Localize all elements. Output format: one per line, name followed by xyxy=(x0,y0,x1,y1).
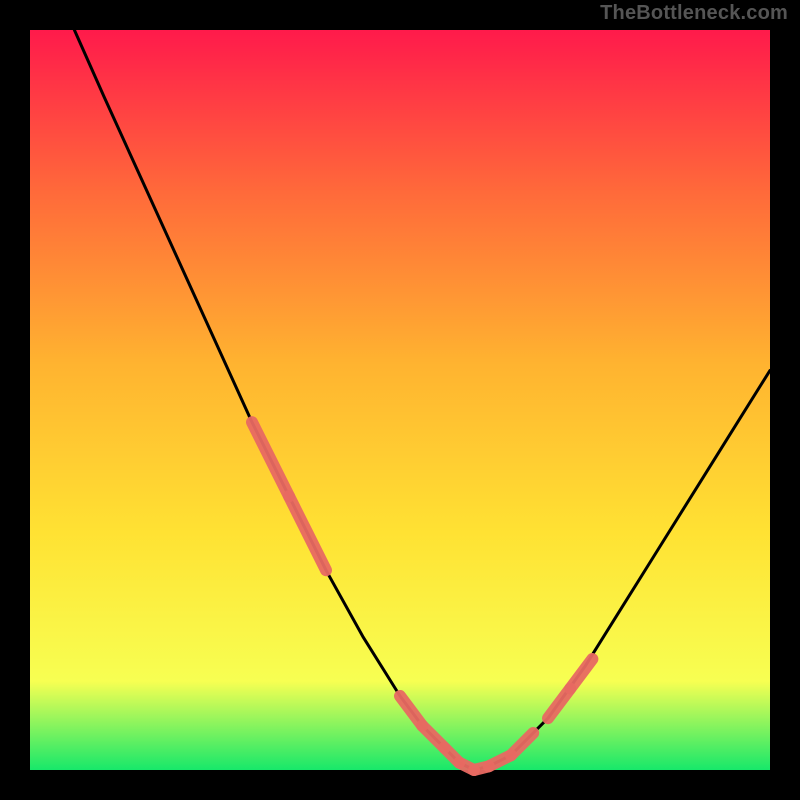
chart-stage: TheBottleneck.com xyxy=(0,0,800,800)
plot-background xyxy=(30,30,770,770)
bottleneck-chart xyxy=(0,0,800,800)
watermark-text: TheBottleneck.com xyxy=(600,2,788,25)
